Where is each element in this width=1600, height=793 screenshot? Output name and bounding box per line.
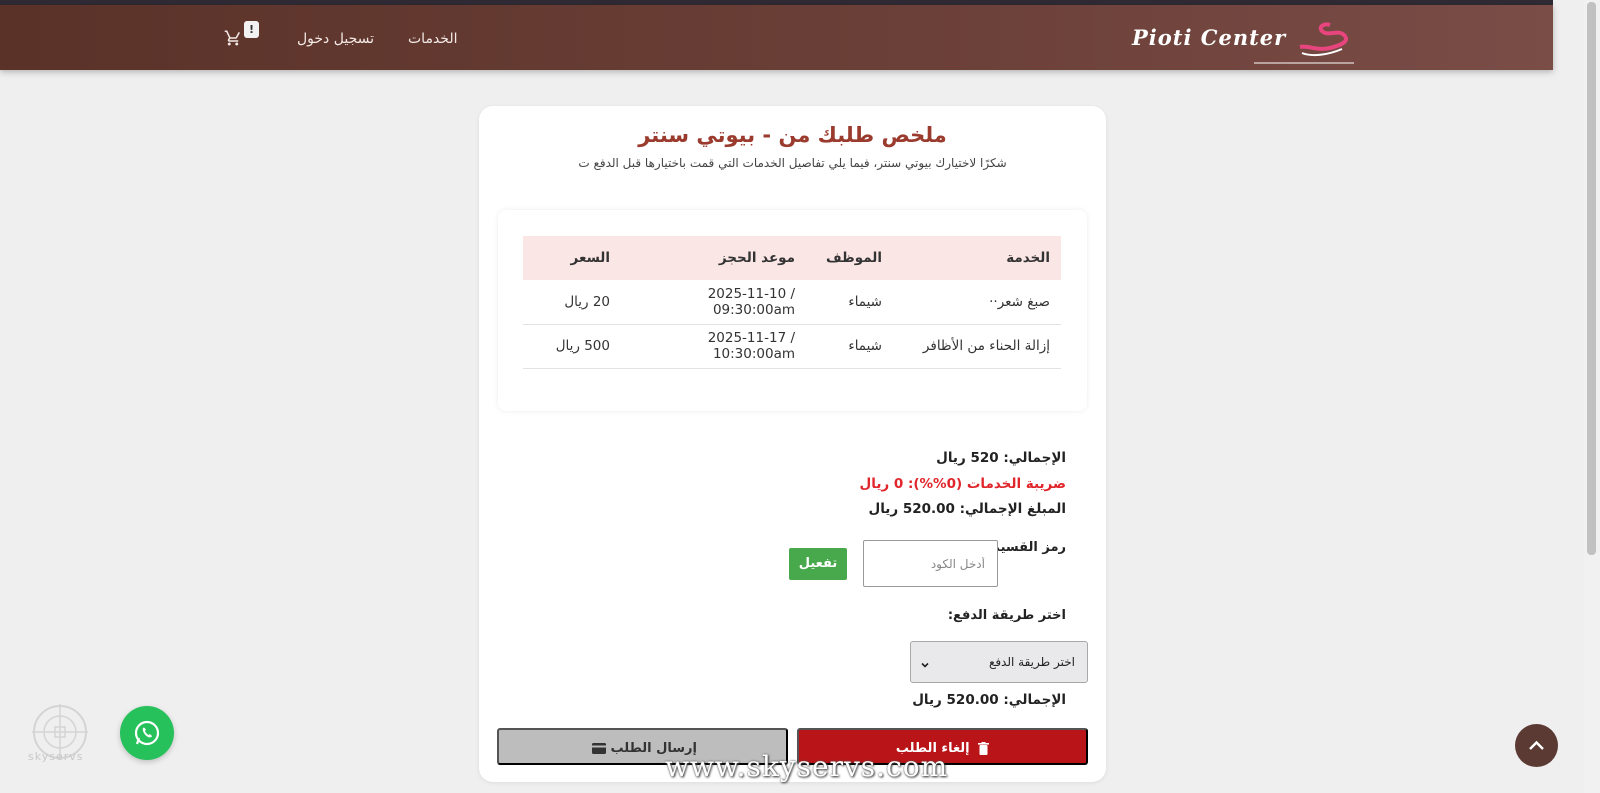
- table-row: صبغ شعر·· شيماء 2025-11-10 / 09:30:00am …: [523, 280, 1061, 325]
- cell-employee: شيماء: [806, 324, 893, 369]
- header-service: الخدمة: [1006, 250, 1050, 266]
- payment-method-selected: اختر طريقة الدفع: [988, 655, 1075, 669]
- cell-price: 500 ريال: [523, 324, 621, 369]
- whatsapp-button[interactable]: [120, 706, 174, 760]
- header-employee: الموظف: [825, 250, 882, 266]
- payment-method-label: اختر طريقة الدفع:: [947, 608, 1066, 623]
- cell-employee: شيماء: [806, 280, 893, 325]
- watermark-url: www.skyservs.com: [665, 750, 949, 783]
- final-total-text: الإجمالي: 520.00 ريال: [912, 692, 1066, 708]
- grand-total-text: المبلغ الإجمالي: 520.00 ريال: [868, 501, 1066, 517]
- activate-coupon-button[interactable]: تفعيل: [789, 548, 847, 580]
- cell-price: 20 ريال: [523, 280, 621, 325]
- site-logo[interactable]: Pioti Center: [1132, 15, 1354, 67]
- total-text: الإجمالي: 520 ريال: [936, 450, 1066, 466]
- nav-login-link[interactable]: تسجيل دخول: [297, 31, 374, 47]
- scrollbar-thumb[interactable]: [1587, 2, 1596, 555]
- cart-badge: !: [244, 21, 259, 38]
- trash-icon: [970, 741, 990, 756]
- page-subtitle: شكرًا لاختيارك بيوتي سنتر، فيما يلي تفاص…: [578, 156, 1007, 170]
- page-title: ملخص طلبك من - بيوتي سنتر: [638, 123, 947, 147]
- whatsapp-icon: [134, 720, 160, 746]
- card-icon: [588, 741, 606, 756]
- scroll-to-top-button[interactable]: [1515, 724, 1558, 767]
- cell-date: 2025-11-10 / 09:30:00am: [621, 280, 806, 325]
- chevron-down-icon: [919, 656, 931, 668]
- nav-services-link[interactable]: الخدمات: [408, 31, 458, 47]
- cell-service: صبغ شعر··: [893, 280, 1061, 325]
- coupon-input[interactable]: [863, 540, 998, 587]
- services-table: الخدمة الموظف موعد الحجز السعر صبغ شعر··…: [523, 236, 1061, 369]
- table-header-row: الخدمة الموظف موعد الحجز السعر: [523, 236, 1061, 280]
- tax-text: ضريبة الخدمات (0%%): 0 ريال: [859, 476, 1066, 492]
- chevron-up-icon: [1529, 740, 1544, 750]
- navbar: ! تسجيل دخول الخدمات Pioti Center: [0, 5, 1553, 70]
- services-table-container: الخدمة الموظف موعد الحجز السعر صبغ شعر··…: [498, 210, 1087, 411]
- cell-date: 2025-11-17 / 10:30:00am: [621, 324, 806, 369]
- cell-service: إزالة الحناء من الأظافر: [893, 324, 1061, 369]
- page-scrollbar[interactable]: [1584, 0, 1600, 793]
- order-summary-card: ملخص طلبك من - بيوتي سنتر شكرًا لاختيارك…: [479, 106, 1106, 782]
- table-row: إزالة الحناء من الأظافر شيماء 2025-11-17…: [523, 324, 1061, 369]
- header-price: السعر: [570, 250, 610, 266]
- header-date: موعد الحجز: [718, 250, 795, 266]
- payment-method-select[interactable]: اختر طريقة الدفع: [910, 641, 1088, 683]
- watermark-brand: skyservs: [28, 750, 84, 763]
- cart-icon[interactable]: [224, 29, 244, 49]
